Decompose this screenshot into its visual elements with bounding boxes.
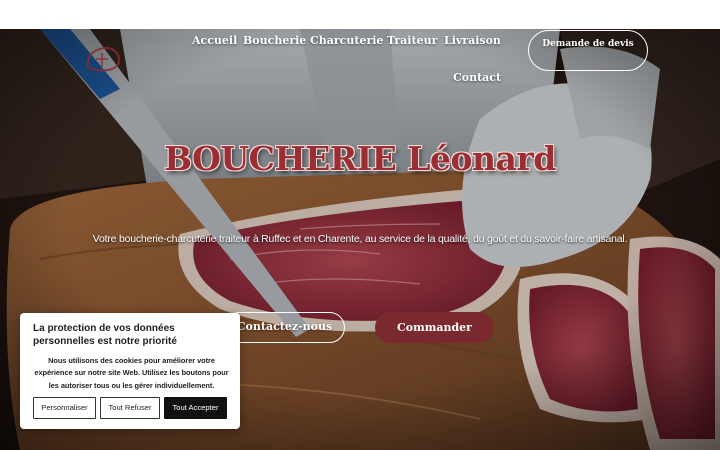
- cookie-button-group: Personnaliser Tout Refuser Tout Accepter: [33, 397, 233, 419]
- hero-subtitle: Votre boucherie-charcuterie traiteur à R…: [92, 233, 628, 245]
- cookie-banner-text: Nous utilisons des cookies pour améliore…: [34, 356, 229, 390]
- cookie-customize-button[interactable]: Personnaliser: [33, 397, 96, 419]
- order-button[interactable]: Commander: [375, 312, 494, 343]
- main-navigation: Accueil Boucherie Charcuterie Traiteur L…: [186, 34, 506, 96]
- top-white-strip: [0, 0, 720, 29]
- nav-item-traiteur[interactable]: Traiteur: [387, 34, 437, 47]
- nav-item-accueil[interactable]: Accueil: [192, 34, 237, 47]
- nav-item-charcuterie[interactable]: Charcuterie: [310, 34, 383, 47]
- cookie-consent-banner: La protection de vos données personnelle…: [20, 313, 240, 429]
- quote-request-button[interactable]: Demande de devis: [528, 30, 648, 71]
- logo-icon[interactable]: [78, 39, 128, 79]
- hero-title: BOUCHERIE Léonard: [164, 139, 556, 178]
- cookie-refuse-all-button[interactable]: Tout Refuser: [100, 397, 160, 419]
- cookie-accept-all-button[interactable]: Tout Accepter: [164, 397, 227, 419]
- cookie-banner-title: La protection de vos données personnelle…: [33, 323, 177, 347]
- contact-button[interactable]: Contactez-nous: [224, 312, 345, 343]
- nav-item-contact[interactable]: Contact: [453, 71, 501, 84]
- nav-item-livraison[interactable]: Livraison: [444, 34, 501, 47]
- nav-item-boucherie[interactable]: Boucherie: [243, 34, 306, 47]
